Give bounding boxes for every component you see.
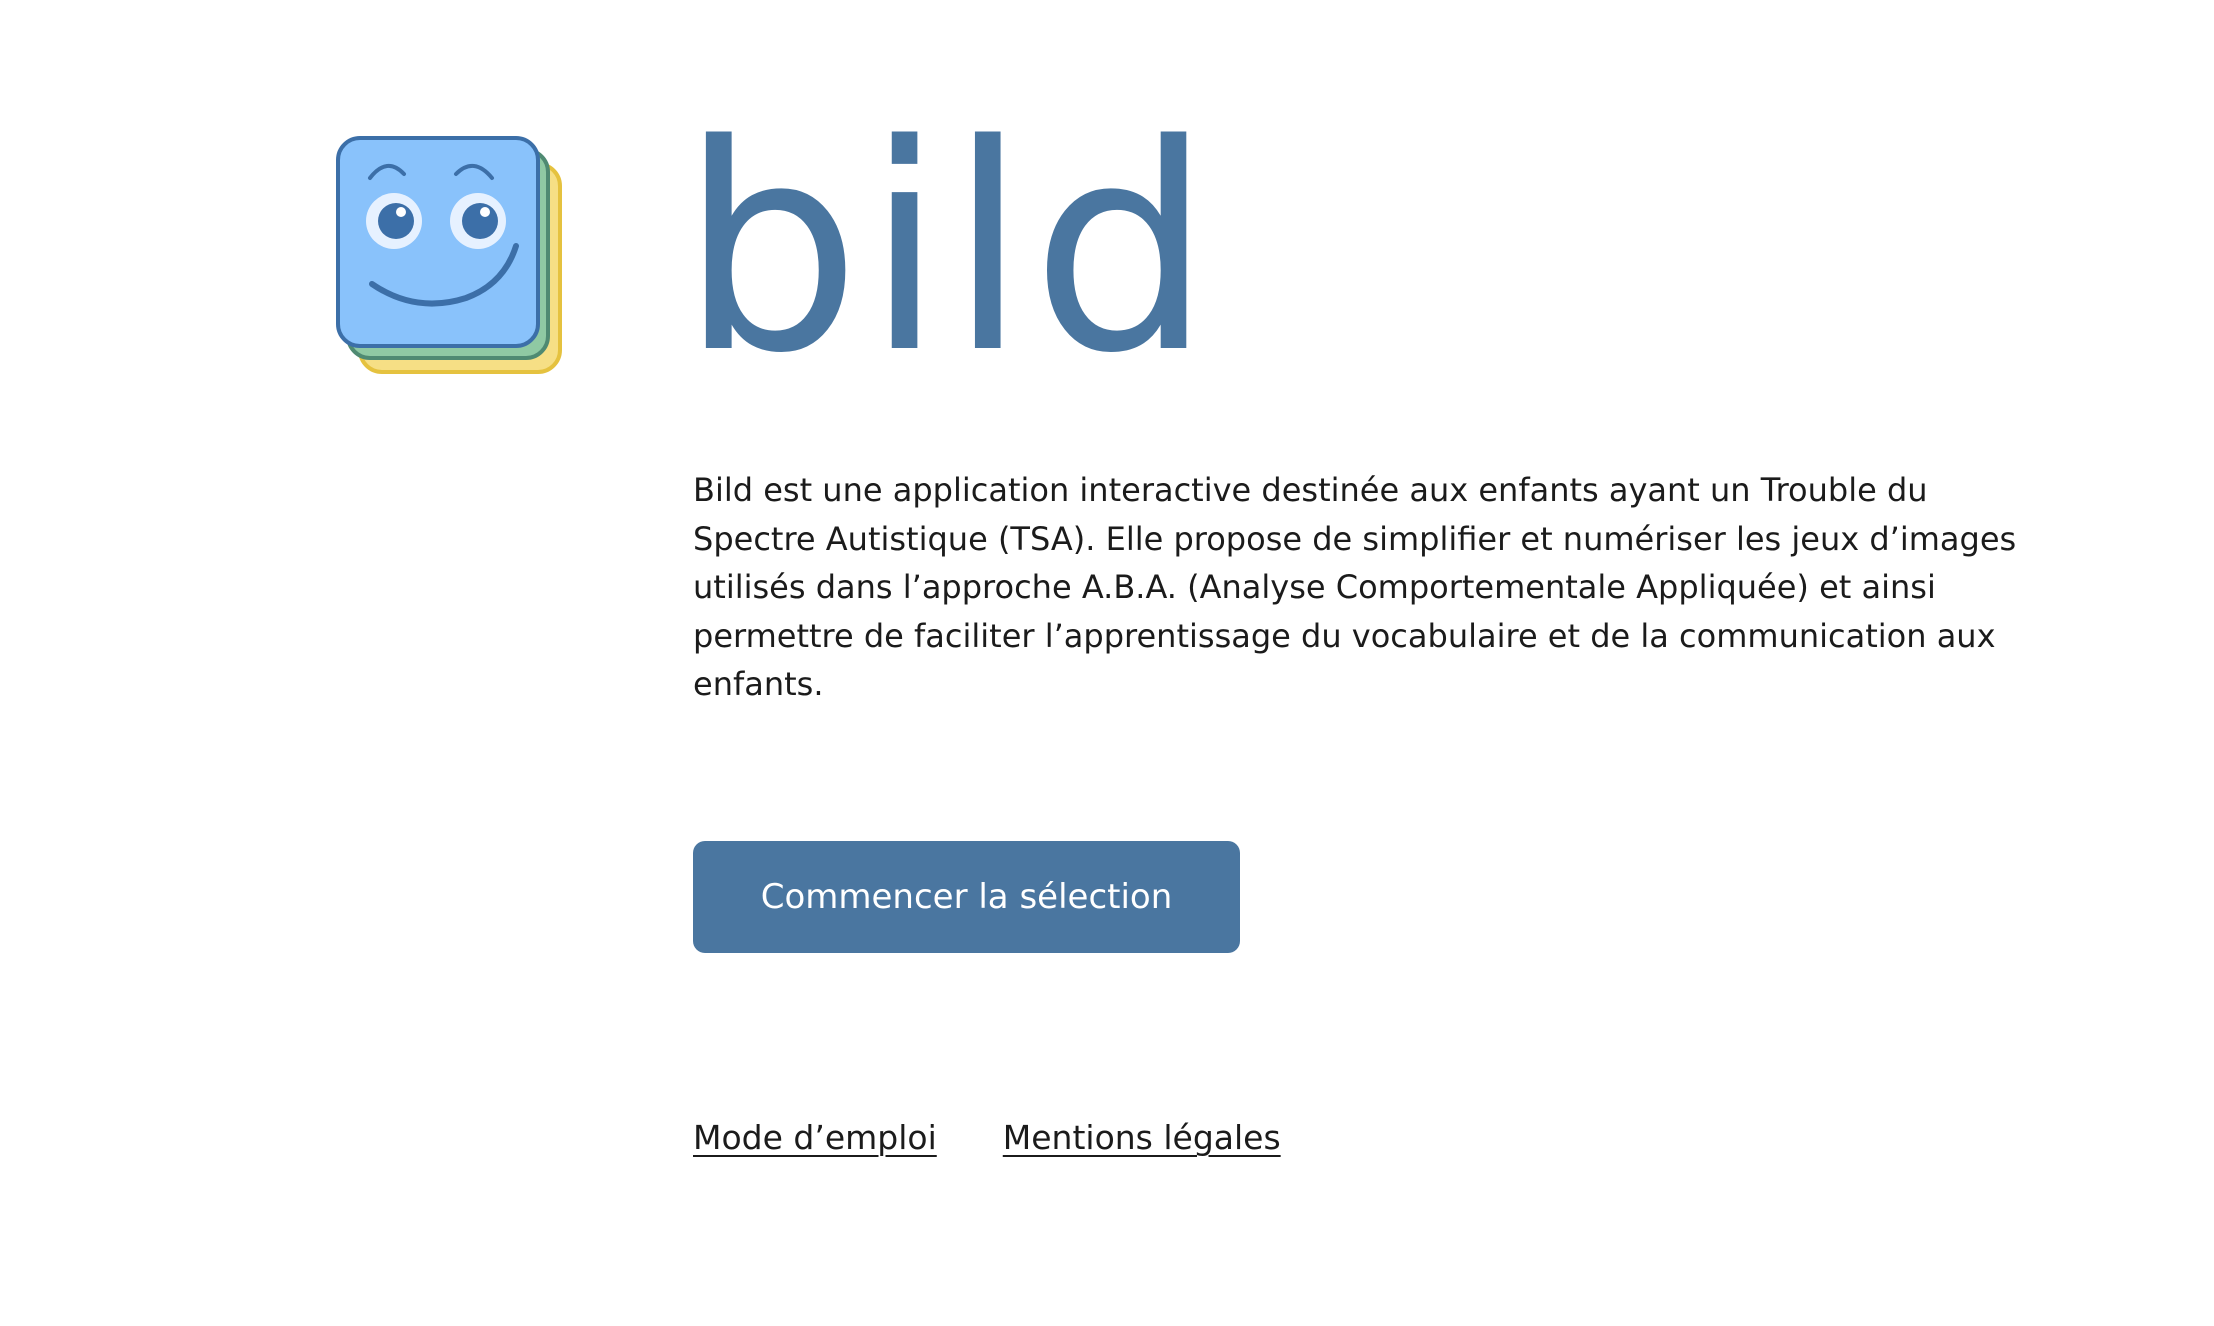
user-guide-link[interactable]: Mode d’emploi xyxy=(693,1117,937,1159)
logo-right-glint xyxy=(480,207,490,217)
footer-links: Mode d’emploi Mentions légales xyxy=(693,1117,1281,1159)
start-selection-button[interactable]: Commencer la sélection xyxy=(693,841,1240,953)
intro-description: Bild est une application interactive des… xyxy=(693,471,2017,703)
logo-left-pupil xyxy=(378,203,414,239)
legal-notice-link[interactable]: Mentions légales xyxy=(1003,1117,1281,1159)
app-title: bild xyxy=(680,84,1217,416)
logo-icon xyxy=(334,134,568,378)
logo-left-glint xyxy=(396,207,406,217)
logo-card-blue xyxy=(336,136,540,348)
logo-right-pupil xyxy=(462,203,498,239)
